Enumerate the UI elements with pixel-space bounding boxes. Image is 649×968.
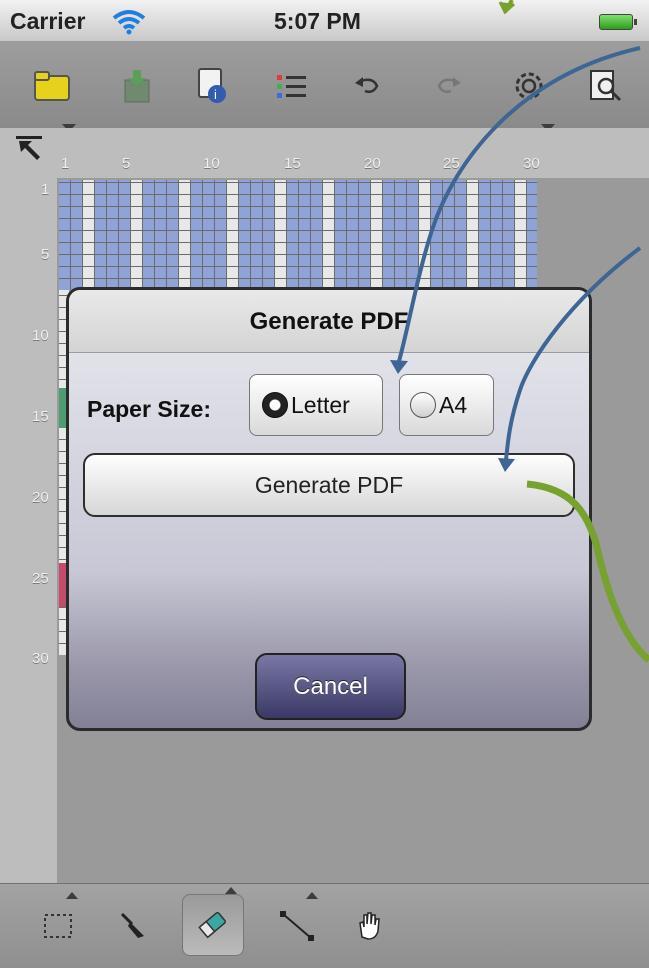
redo-icon[interactable] xyxy=(426,64,470,108)
wifi-icon xyxy=(112,10,146,35)
svg-text:i: i xyxy=(214,87,217,102)
column-number: 25 xyxy=(443,155,460,172)
paper-size-letter-option[interactable]: Letter xyxy=(249,374,383,436)
eraser-menu-icon xyxy=(225,887,237,894)
column-number: 10 xyxy=(203,155,220,172)
dialog-title: Generate PDF xyxy=(249,308,409,335)
row-number: 15 xyxy=(32,408,49,425)
cancel-button[interactable]: Cancel xyxy=(255,653,406,720)
row-number: 1 xyxy=(41,181,50,198)
row-number: 5 xyxy=(41,246,50,263)
generate-pdf-button[interactable]: Generate PDF xyxy=(83,453,575,517)
column-number: 5 xyxy=(122,155,131,172)
battery-icon xyxy=(599,14,637,30)
row-ruler xyxy=(0,178,57,883)
row-number: 10 xyxy=(32,327,49,344)
dialog-header: Generate PDF xyxy=(69,290,589,353)
generate-pdf-dialog: Generate PDF Paper Size: Letter A4 Gener… xyxy=(66,287,592,731)
settings-icon[interactable] xyxy=(507,64,555,132)
row-number: 20 xyxy=(32,489,49,506)
bottom-toolbar xyxy=(0,883,649,968)
radio-unselected-icon xyxy=(410,392,436,418)
preview-icon[interactable] xyxy=(584,64,628,108)
scroll-to-origin-icon[interactable] xyxy=(16,136,44,160)
paper-size-label: Paper Size: xyxy=(87,396,211,422)
column-number: 1 xyxy=(61,155,70,172)
paper-size-a4-option[interactable]: A4 xyxy=(399,374,494,436)
eraser-icon[interactable] xyxy=(182,887,244,956)
paper-size-letter-label: Letter xyxy=(291,391,350,418)
save-icon[interactable] xyxy=(114,64,158,108)
top-toolbar: i xyxy=(0,42,649,132)
info-document-icon[interactable]: i xyxy=(190,64,234,108)
column-number: 15 xyxy=(284,155,301,172)
eyedropper-icon[interactable] xyxy=(102,894,164,956)
selection-tool-icon[interactable] xyxy=(28,892,90,956)
column-number: 20 xyxy=(364,155,381,172)
list-icon[interactable] xyxy=(270,64,314,108)
hand-icon[interactable] xyxy=(338,894,400,956)
pattern-grid[interactable] xyxy=(59,180,537,290)
undo-icon[interactable] xyxy=(346,64,390,108)
selection-tool-menu-icon xyxy=(66,892,78,899)
paper-size-a4-label: A4 xyxy=(439,391,468,418)
row-number: 25 xyxy=(32,570,49,587)
row-number: 30 xyxy=(32,650,49,667)
folder-icon[interactable] xyxy=(30,64,76,132)
column-ruler xyxy=(0,128,649,178)
column-number: 30 xyxy=(523,155,540,172)
carrier-label: Carrier xyxy=(10,8,86,34)
status-bar: Carrier 5:07 PM xyxy=(0,0,649,42)
clock: 5:07 PM xyxy=(274,8,361,34)
radio-selected-icon xyxy=(262,392,288,418)
line-tool-menu-icon xyxy=(306,892,318,899)
line-tool-icon[interactable] xyxy=(266,892,328,956)
